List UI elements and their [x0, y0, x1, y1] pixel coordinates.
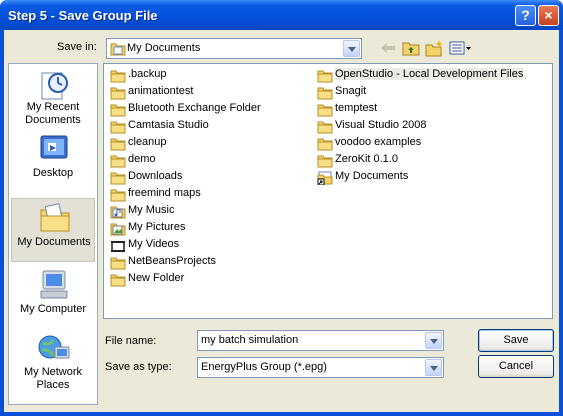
file-name-text: Snagit [335, 85, 367, 97]
folder-icon [110, 172, 126, 185]
folder-icon [110, 104, 126, 117]
folder-icon [317, 121, 333, 134]
file-name-text: My Pictures [128, 221, 186, 233]
folder-icon [110, 257, 126, 270]
file-name-text: Downloads [128, 170, 183, 182]
dialog-window: Step 5 - Save Group File ? × Save in: My… [0, 0, 563, 416]
file-name-text: My Music [128, 204, 175, 216]
save-as-type-value: EnergyPlus Group (*.epg) [201, 361, 327, 373]
file-name-text: Bluetooth Exchange Folder [128, 102, 261, 114]
file-name-text: temptest [335, 102, 378, 114]
file-name-text: cleanup [128, 136, 167, 148]
file-name-text: My Videos [128, 238, 180, 250]
my-documents-icon [40, 203, 70, 232]
place-desktop[interactable]: Desktop [11, 130, 95, 192]
recent-documents-icon [41, 72, 68, 100]
shortcut-icon [317, 171, 333, 185]
save-in-dropdown-button[interactable] [343, 40, 360, 57]
place-my-computer[interactable]: My Computer [11, 266, 95, 328]
network-icon [38, 335, 70, 359]
place-my-documents[interactable]: My Documents [11, 198, 95, 262]
back-arrow-icon[interactable] [378, 39, 398, 57]
desktop-icon [40, 135, 68, 159]
folder-icon [110, 87, 126, 100]
file-name-text: OpenStudio - Local Development Files [335, 68, 524, 80]
file-name-text: ZeroKit 0.1.0 [335, 153, 398, 165]
file-name-text: .backup [128, 68, 167, 80]
folder-icon [110, 138, 126, 151]
place-label: My Network Places [23, 366, 83, 391]
save-as-type-label: Save as type: [105, 361, 172, 373]
file-name-value: my batch simulation [201, 334, 299, 346]
new-folder-icon[interactable] [424, 39, 444, 57]
videos-folder-icon [111, 241, 125, 252]
save-in-combo[interactable]: My Documents [106, 38, 362, 59]
file-name-text: animationtest [128, 85, 194, 97]
folder-icon [110, 155, 126, 168]
cancel-button[interactable]: Cancel [478, 355, 554, 378]
file-name-text: voodoo examples [335, 136, 422, 148]
file-name-text: NetBeansProjects [128, 255, 217, 267]
folder-icon [110, 70, 126, 83]
folder-icon [110, 189, 126, 202]
save-button[interactable]: Save [478, 329, 554, 352]
file-name-text: Camtasia Studio [128, 119, 209, 131]
folder-icon [317, 104, 333, 117]
place-recent-documents[interactable]: My Recent Documents [11, 66, 95, 128]
place-label: My Documents [17, 236, 91, 248]
file-name-dropdown-button[interactable] [425, 332, 442, 349]
view-menu-icon[interactable] [448, 39, 472, 57]
file-name-text: demo [128, 153, 156, 165]
place-label: My Computer [19, 303, 87, 315]
window-title: Step 5 - Save Group File [8, 8, 158, 23]
file-name-input[interactable]: my batch simulation [197, 330, 444, 351]
help-button[interactable]: ? [515, 5, 536, 26]
folder-icon [317, 70, 333, 83]
folder-icon [317, 138, 333, 151]
place-network[interactable]: My Network Places [11, 330, 95, 400]
file-name-text: New Folder [128, 272, 185, 284]
place-label: Desktop [32, 167, 74, 179]
dialog-body: Save in: My Documents My Recent Document… [4, 30, 559, 412]
places-bar: My Recent Documents Desktop My Documents [8, 63, 98, 405]
place-label: My Recent Documents [25, 101, 81, 126]
file-list[interactable]: .backup animationtest Bluetooth Exchange F… [103, 63, 553, 319]
folder-icon [110, 121, 126, 134]
title-bar[interactable]: Step 5 - Save Group File ? × [0, 0, 563, 30]
file-name-text: Visual Studio 2008 [335, 119, 427, 131]
folder-icon [317, 87, 333, 100]
close-button[interactable]: × [538, 5, 559, 26]
pictures-folder-icon [110, 223, 126, 236]
save-in-label: Save in: [57, 41, 97, 53]
file-name-text: My Documents [335, 170, 409, 182]
save-as-type-dropdown-button[interactable] [425, 359, 442, 376]
up-folder-icon[interactable] [401, 39, 421, 57]
folder-icon [317, 155, 333, 168]
folder-icon [110, 274, 126, 287]
file-name-text: freemind maps [128, 187, 201, 199]
computer-icon [40, 270, 68, 299]
file-name-label: File name: [105, 335, 157, 347]
save-in-value: My Documents [127, 42, 201, 54]
music-folder-icon [110, 206, 126, 219]
my-documents-small-icon [110, 43, 126, 56]
save-as-type-select[interactable]: EnergyPlus Group (*.epg) [197, 357, 444, 378]
